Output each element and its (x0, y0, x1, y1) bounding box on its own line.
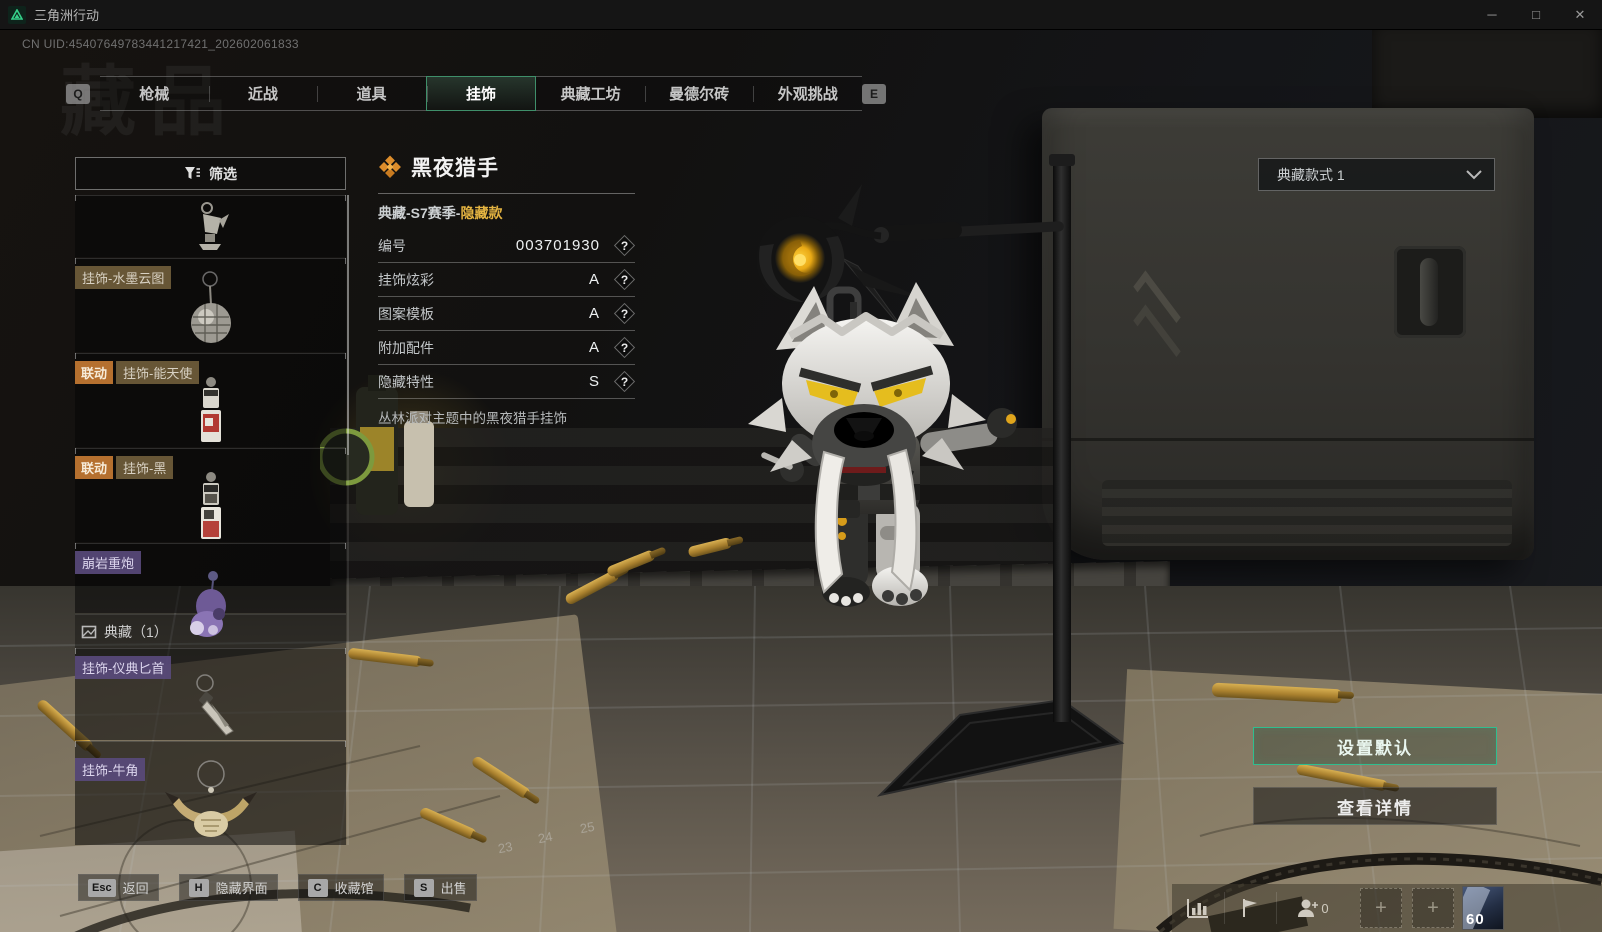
collab-badge: 联动 (75, 361, 114, 384)
tab-collection-workshop[interactable]: 典藏工坊 (536, 77, 645, 110)
tab-items[interactable]: 道具 (317, 77, 426, 110)
minimize-button[interactable]: ─ (1470, 0, 1514, 30)
maximize-button[interactable]: □ (1514, 0, 1558, 30)
list-item[interactable]: 崩岩重炮 (75, 543, 346, 637)
tab-mandel-brick[interactable]: 曼德尔砖 (644, 77, 754, 110)
category-tabbar: 枪械 近战 道具 挂饰 典藏工坊 曼德尔砖 外观挑战 (100, 76, 862, 111)
charm-thumbnail-dagger (195, 674, 234, 736)
tab-melee[interactable]: 近战 (208, 77, 318, 110)
collection-icon (81, 625, 97, 638)
close-button[interactable]: ✕ (1558, 0, 1602, 30)
item-subtitle: 典藏-S7赛季-隐藏款 (378, 205, 503, 221)
style-dropdown[interactable]: 典藏款式 1 (1258, 158, 1495, 191)
charm-thumbnail-disco-ball (190, 271, 231, 343)
item-description: 丛林派对主题中的黑夜猎手挂饰 (378, 411, 567, 426)
view-details-button[interactable]: 查看详情 (1253, 787, 1497, 825)
charm-thumbnail-tag (200, 377, 221, 442)
chevron-down-icon (1466, 169, 1482, 179)
crate-handle (1394, 246, 1466, 338)
item-label: 挂饰-仪典匕首 (75, 656, 172, 679)
crate-vents (1102, 480, 1512, 546)
list-item[interactable]: 挂饰-仪典匕首 (75, 648, 346, 740)
key-hint-e: E (862, 84, 886, 104)
help-icon[interactable]: ? (613, 234, 636, 257)
status-tray: 0 + + 60 (1172, 884, 1602, 932)
item-label: 挂饰-牛角 (75, 758, 146, 781)
item-detail-panel: 黑夜猎手 典藏-S7赛季-隐藏款 编号 003701930 ? 挂饰炫彩 A ?… (378, 150, 636, 427)
list-item[interactable]: 挂饰-水墨云图 (75, 258, 346, 352)
charm-3d-viewport[interactable] (730, 140, 1150, 820)
detail-row-finish: 挂饰炫彩 A ? (378, 263, 636, 297)
hotkey-back[interactable]: Esc 返回 (78, 874, 159, 901)
detail-row-serial: 编号 003701930 ? (378, 229, 636, 263)
weapon-thumbnail[interactable]: 60 (1462, 886, 1504, 930)
thumbnail-value: 60 (1466, 911, 1485, 928)
filter-icon (185, 166, 200, 179)
h-key: H (188, 878, 209, 897)
style-dropdown-value: 典藏款式 1 (1277, 166, 1345, 183)
detail-row-hidden-trait: 隐藏特性 S ? (378, 365, 636, 399)
report-button[interactable] (1224, 884, 1276, 932)
collection-count: 典藏（1） (104, 623, 168, 640)
list-item[interactable]: 挂饰-牛角 (75, 741, 346, 845)
empty-slot-add[interactable]: + (1360, 888, 1402, 928)
item-label: 崩岩重炮 (75, 551, 142, 574)
charm-list: 挂饰-水墨云图 联动 挂饰-能天使 联动 挂饰-黑 崩岩重炮 典藏（1） 挂饰-… (75, 195, 346, 845)
tab-weapons[interactable]: 枪械 (100, 77, 209, 110)
detail-row-pattern: 图案模板 A ? (378, 297, 636, 331)
charm-thumbnail-cannon (189, 571, 226, 637)
uid-text: CN UID:45407649783441217421_202602061833 (22, 37, 299, 51)
detail-row-accessory: 附加配件 A ? (378, 331, 636, 365)
list-item[interactable]: 联动 挂饰-能天使 (75, 353, 346, 447)
titlebar: 三角洲行动 ─ □ ✕ (0, 0, 1602, 30)
key-hint-q: Q (66, 84, 90, 104)
c-key: C (307, 878, 328, 897)
rarity-diamond-icon (379, 155, 401, 178)
s-key: S (413, 878, 434, 897)
hotkey-bar: Esc 返回 H 隐藏界面 C 收藏馆 S 出售 (78, 874, 477, 901)
filter-button[interactable]: 筛选 (75, 157, 346, 190)
charm-thumbnail-horns (164, 760, 257, 837)
app-logo-icon (8, 5, 26, 24)
list-item[interactable] (75, 195, 346, 257)
item-label: 挂饰-黑 (116, 456, 174, 479)
bar-chart-icon (1187, 899, 1208, 918)
set-default-button[interactable]: 设置默认 (1253, 727, 1497, 765)
app-window: 三角洲行动 ─ □ ✕ 23 24 25 藏品 CN UID:454076497… (0, 0, 1602, 932)
floor-number: 25 (578, 818, 596, 837)
charm-thumbnail-tag (200, 472, 221, 539)
hotkey-collection-hall[interactable]: C 收藏馆 (297, 874, 384, 901)
help-icon[interactable]: ? (613, 370, 636, 393)
item-label: 挂饰-水墨云图 (75, 266, 172, 289)
esc-key: Esc (88, 878, 116, 897)
item-label: 挂饰-能天使 (116, 361, 200, 384)
sidebar-scrollbar-thumb[interactable] (347, 195, 349, 455)
crate-top-right (1372, 30, 1602, 118)
empty-slot-add[interactable]: + (1412, 888, 1454, 928)
collab-badge: 联动 (75, 456, 114, 479)
person-icon (1298, 899, 1319, 917)
filter-label: 筛选 (209, 165, 237, 182)
help-icon[interactable]: ? (613, 302, 636, 325)
floor-number: 24 (536, 828, 554, 847)
stats-button[interactable] (1172, 884, 1224, 932)
hotkey-hide-ui[interactable]: H 隐藏界面 (178, 874, 278, 901)
friends-button[interactable]: 0 (1276, 884, 1350, 932)
help-icon[interactable]: ? (613, 336, 636, 359)
tab-appearance-challenge[interactable]: 外观挑战 (753, 77, 862, 110)
friends-count: 0 (1321, 900, 1329, 916)
window-title: 三角洲行动 (34, 8, 100, 23)
hotkey-sell[interactable]: S 出售 (403, 874, 477, 901)
floor-number: 23 (496, 838, 514, 857)
charm-thumbnail-trophy (198, 202, 229, 250)
tab-charms[interactable]: 挂饰 (425, 76, 537, 111)
item-title: 黑夜猎手 (411, 157, 499, 180)
help-icon[interactable]: ? (613, 268, 636, 291)
flag-icon (1243, 899, 1257, 917)
list-item[interactable]: 联动 挂饰-黑 (75, 448, 346, 542)
